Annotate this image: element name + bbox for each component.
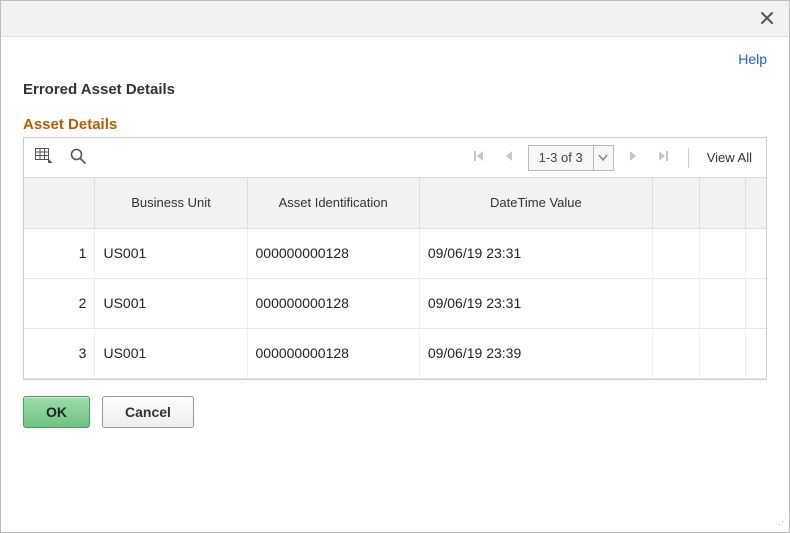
cell-empty <box>652 328 699 378</box>
cell-empty <box>652 228 699 278</box>
cell-business-unit: US001 <box>95 328 247 378</box>
page-title: Errored Asset Details <box>23 75 767 116</box>
dialog-content: Help Errored Asset Details Asset Details <box>1 37 789 428</box>
button-row: OK Cancel <box>23 380 767 428</box>
grid-action-icon <box>35 148 53 167</box>
column-header-empty-2 <box>699 178 746 228</box>
column-header-business-unit[interactable]: Business Unit <box>95 178 247 228</box>
cell-asset-id: 000000000128 <box>247 328 419 378</box>
next-page-button[interactable] <box>622 147 644 169</box>
cell-asset-id: 000000000128 <box>247 228 419 278</box>
asset-details-table: Business Unit Asset Identification DateT… <box>24 178 766 379</box>
cell-empty <box>652 278 699 328</box>
grid-container: 1-3 of 3 <box>23 137 767 380</box>
section-title: Asset Details <box>23 116 767 137</box>
grid-toolbar-right: 1-3 of 3 <box>468 145 756 171</box>
column-header-datetime[interactable]: DateTime Value <box>419 178 652 228</box>
close-icon <box>760 9 774 30</box>
toolbar-separator <box>688 148 689 168</box>
column-header-empty-1 <box>652 178 699 228</box>
cell-rownum: 2 <box>24 278 95 328</box>
help-row: Help <box>23 49 767 75</box>
search-icon <box>70 148 86 167</box>
cell-empty <box>746 278 766 328</box>
column-header-empty-3 <box>746 178 766 228</box>
chevron-down-icon <box>598 150 608 165</box>
grid-toolbar: 1-3 of 3 <box>24 138 766 178</box>
row-range-selector[interactable]: 1-3 of 3 <box>528 145 614 171</box>
row-range-text: 1-3 of 3 <box>529 150 593 165</box>
grid-toolbar-left <box>34 148 88 168</box>
cell-datetime: 09/06/19 23:39 <box>419 328 652 378</box>
grid-action-button[interactable] <box>34 148 54 168</box>
first-page-button[interactable] <box>468 147 490 169</box>
cell-asset-id: 000000000128 <box>247 278 419 328</box>
cell-business-unit: US001 <box>95 278 247 328</box>
cell-rownum: 3 <box>24 328 95 378</box>
table-row[interactable]: 1 US001 000000000128 09/06/19 23:31 <box>24 228 766 278</box>
cancel-button[interactable]: Cancel <box>102 396 194 428</box>
cell-empty <box>699 228 746 278</box>
row-range-caret[interactable] <box>593 146 613 170</box>
column-header-rownum <box>24 178 95 228</box>
ok-button[interactable]: OK <box>23 396 90 428</box>
cell-empty <box>699 328 746 378</box>
resize-grip[interactable]: ⋰ <box>775 518 787 530</box>
titlebar <box>1 1 789 37</box>
close-button[interactable] <box>755 7 779 31</box>
find-button[interactable] <box>68 148 88 168</box>
cell-empty <box>746 328 766 378</box>
table-row[interactable]: 2 US001 000000000128 09/06/19 23:31 <box>24 278 766 328</box>
dialog-window: Help Errored Asset Details Asset Details <box>0 0 790 533</box>
cell-rownum: 1 <box>24 228 95 278</box>
cell-empty <box>746 228 766 278</box>
column-header-asset-id[interactable]: Asset Identification <box>247 178 419 228</box>
table-header-row: Business Unit Asset Identification DateT… <box>24 178 766 228</box>
help-link[interactable]: Help <box>738 51 767 67</box>
last-page-icon <box>656 149 670 166</box>
table-row[interactable]: 3 US001 000000000128 09/06/19 23:39 <box>24 328 766 378</box>
chevron-right-icon <box>627 149 639 166</box>
prev-page-button[interactable] <box>498 147 520 169</box>
chevron-left-icon <box>503 149 515 166</box>
first-page-icon <box>472 149 486 166</box>
cell-datetime: 09/06/19 23:31 <box>419 228 652 278</box>
cell-empty <box>699 278 746 328</box>
last-page-button[interactable] <box>652 147 674 169</box>
view-all-link[interactable]: View All <box>703 150 756 165</box>
cell-datetime: 09/06/19 23:31 <box>419 278 652 328</box>
cell-business-unit: US001 <box>95 228 247 278</box>
resize-grip-icon: ⋰ <box>778 516 787 526</box>
